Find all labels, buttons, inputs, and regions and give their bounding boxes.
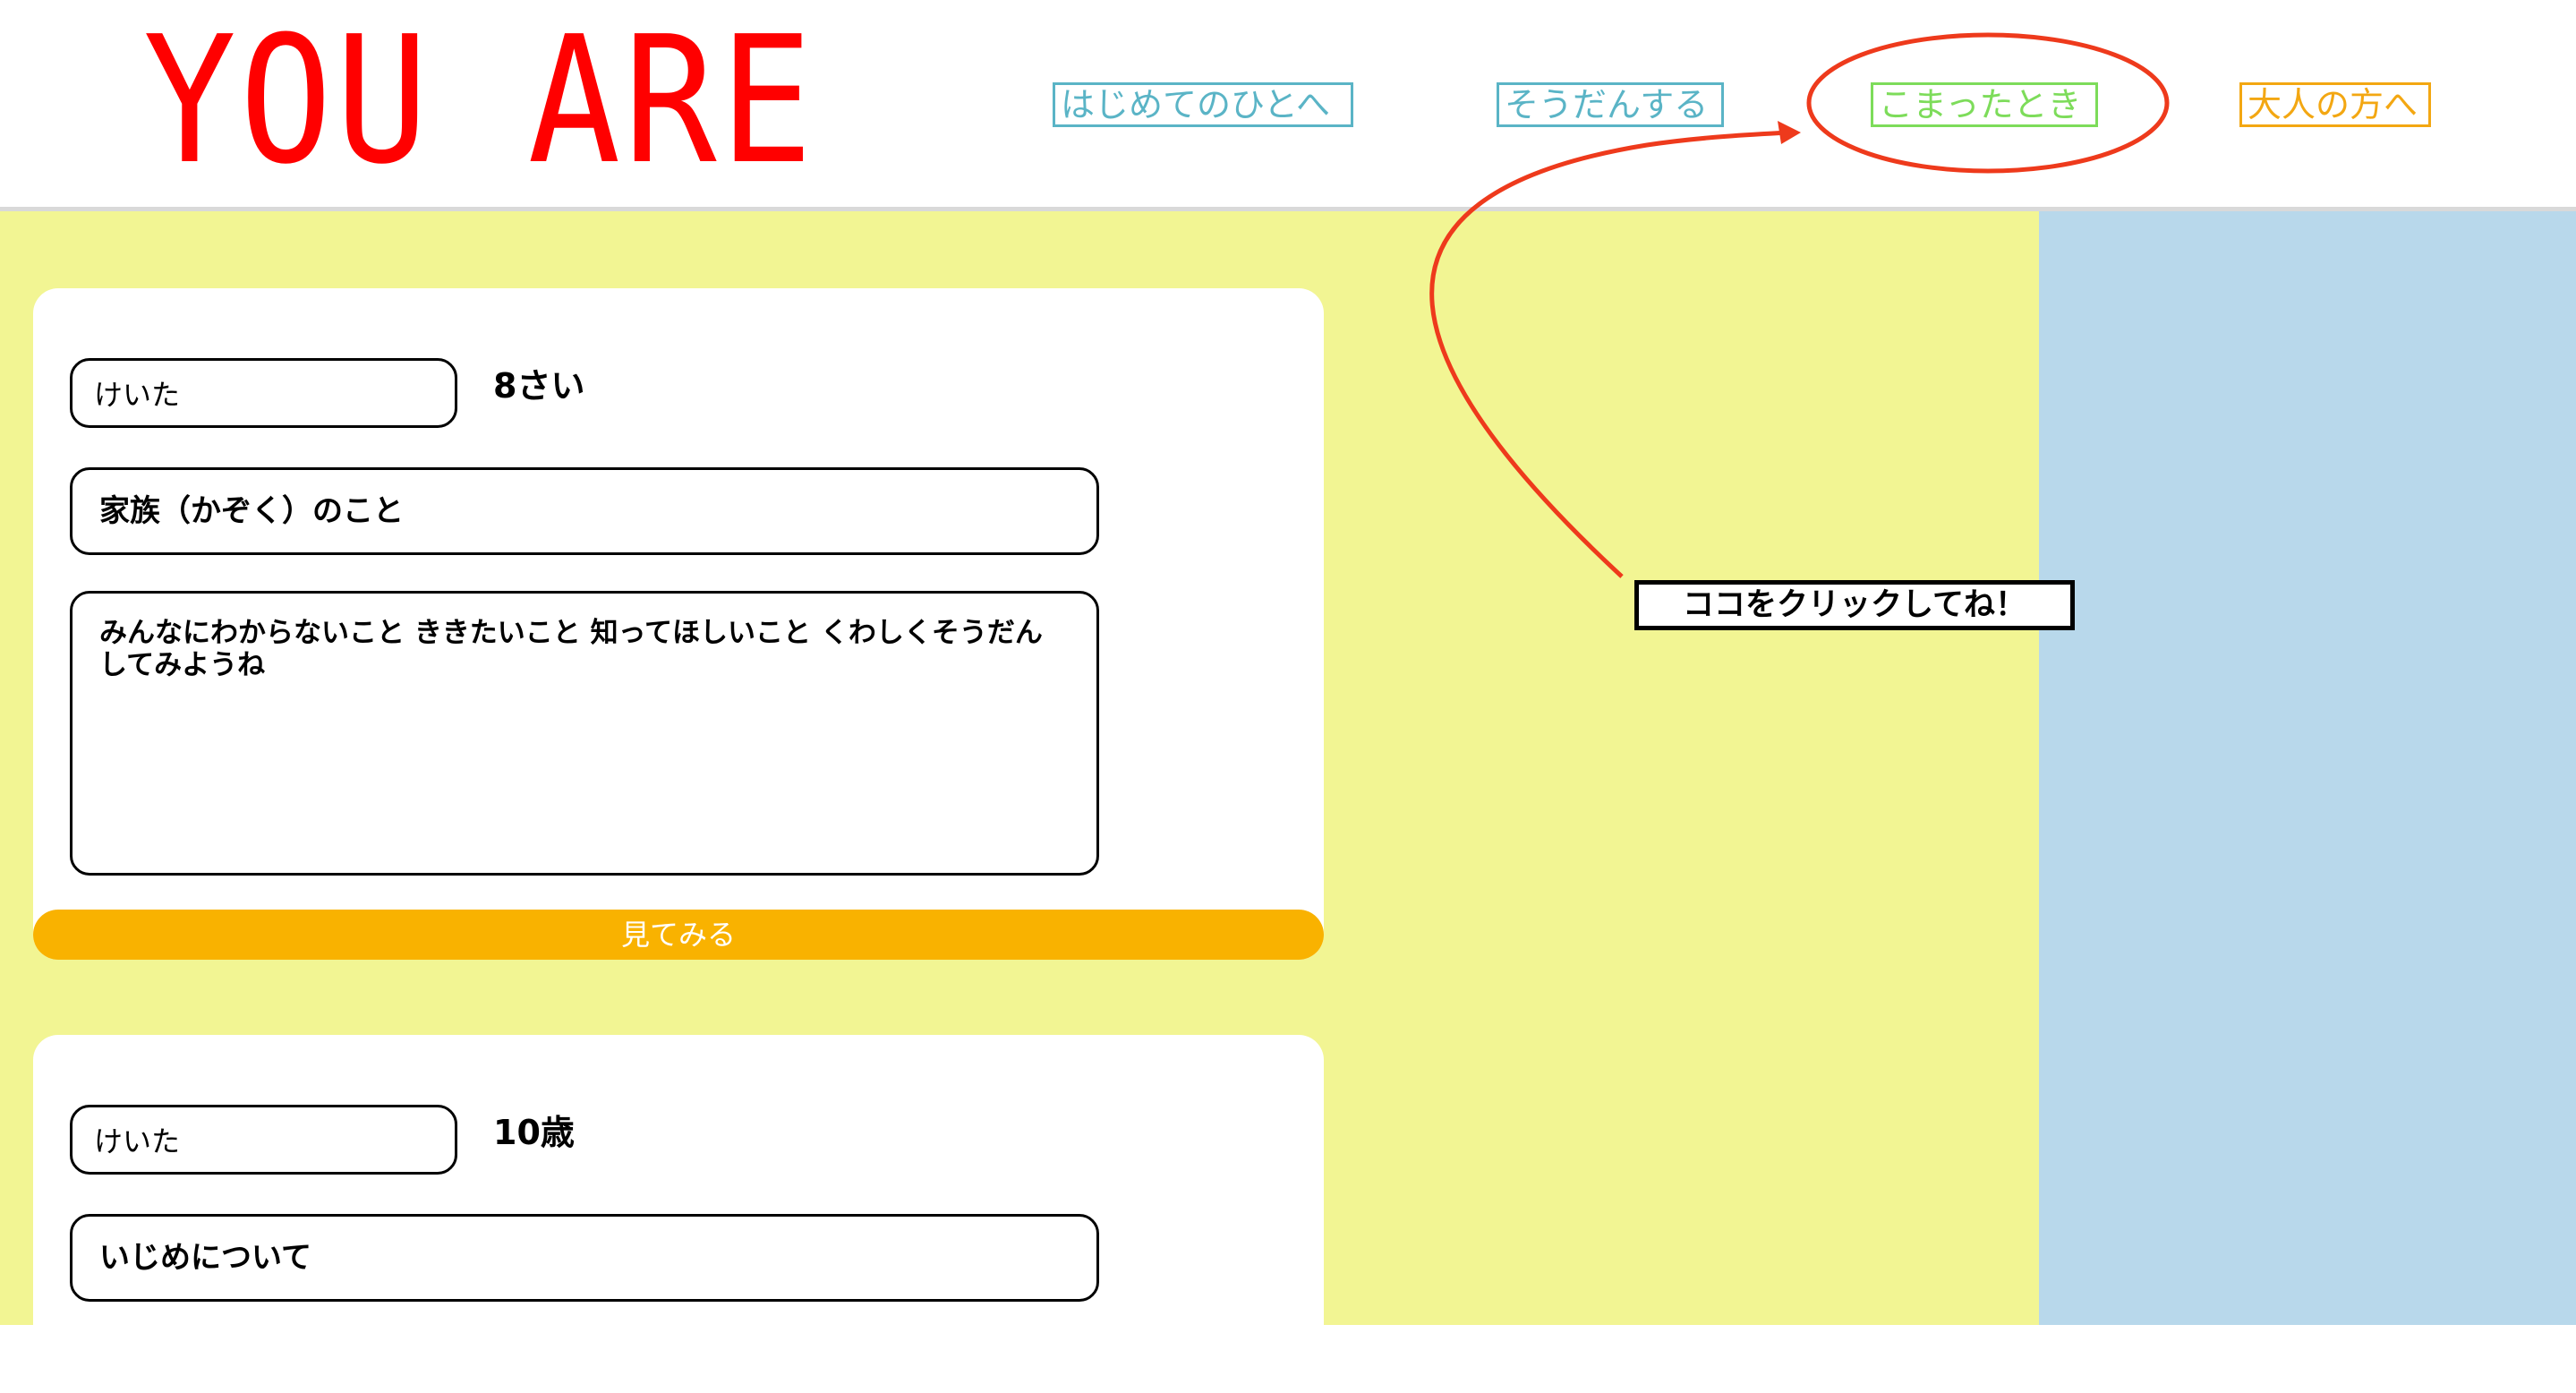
age-label: 8さい xyxy=(493,366,585,406)
nav-link-consult[interactable]: そうだんする xyxy=(1497,82,1724,127)
site-logo[interactable]: YOU ARE xyxy=(143,13,816,189)
name-field[interactable] xyxy=(70,1105,457,1175)
view-button[interactable]: 見てみる xyxy=(33,910,1324,960)
main-content: 8さい 家族（かぞく）のこと みんなにわからないこと ききたいこと 知ってほしい… xyxy=(0,211,2039,1393)
side-panel xyxy=(2039,211,2576,1325)
post-card: 10歳 いじめについて xyxy=(33,1035,1324,1393)
click-hint-label: ココをクリックしてね！ xyxy=(1634,580,2075,630)
name-field[interactable] xyxy=(70,358,457,428)
post-card: 8さい 家族（かぞく）のこと みんなにわからないこと ききたいこと 知ってほしい… xyxy=(33,288,1324,960)
nav-link-first-time[interactable]: はじめてのひとへ xyxy=(1053,82,1353,127)
nav-link-in-trouble[interactable]: こまったとき xyxy=(1871,82,2098,127)
topic-field[interactable]: 家族（かぞく）のこと xyxy=(70,467,1099,555)
topic-field[interactable]: いじめについて xyxy=(70,1214,1099,1302)
site-header: YOU ARE はじめてのひとへ そうだんする こまったとき 大人の方へ xyxy=(0,0,2576,211)
age-label: 10歳 xyxy=(493,1113,575,1152)
message-field[interactable]: みんなにわからないこと ききたいこと 知ってほしいこと くわしくそうだんしてみよ… xyxy=(70,591,1099,876)
nav-link-for-adults[interactable]: 大人の方へ xyxy=(2239,82,2431,127)
